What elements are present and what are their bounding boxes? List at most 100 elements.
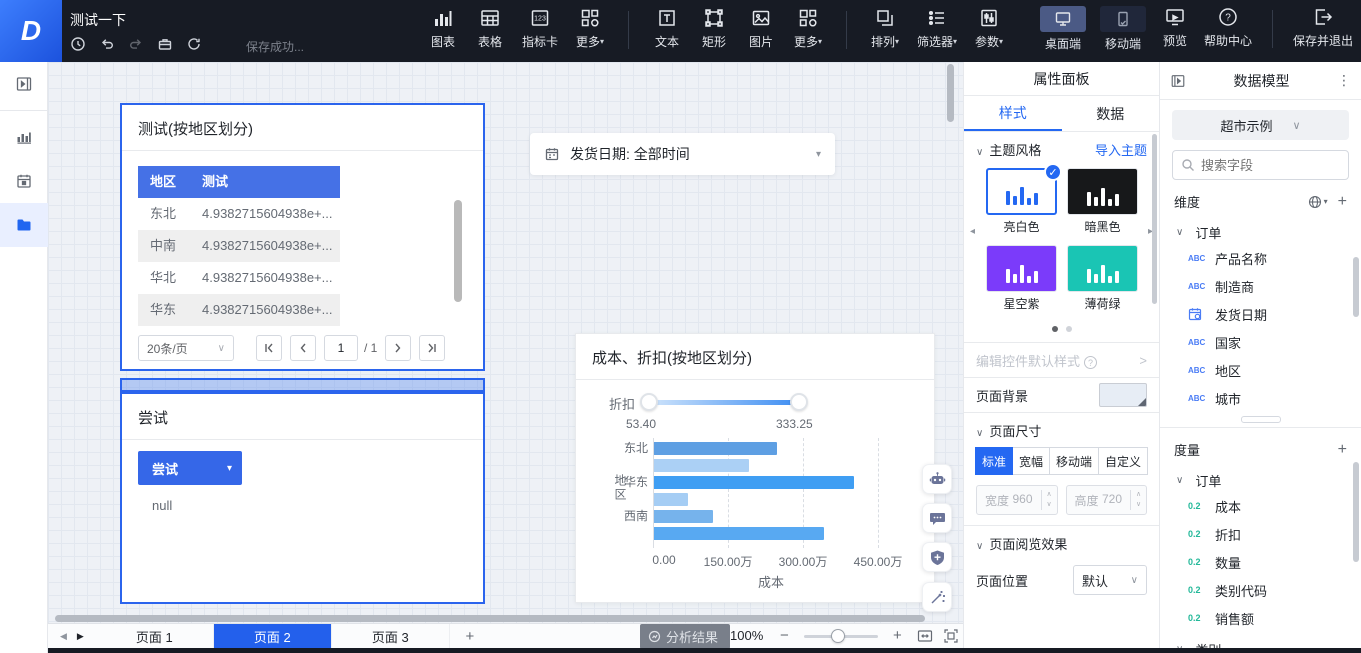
field-item[interactable]: ABC地区 (1160, 356, 1361, 384)
redo-icon[interactable] (128, 36, 144, 52)
bar[interactable] (654, 442, 777, 455)
refresh-icon[interactable] (186, 36, 202, 52)
tool-params-button[interactable]: 参数▾ (974, 7, 1004, 50)
date-filter-widget[interactable]: 发货日期: 全部时间 ▾ (530, 133, 835, 175)
preview-button[interactable]: 预览 (1160, 6, 1190, 49)
field-item[interactable]: 0.2数量 (1160, 548, 1361, 576)
field-item[interactable]: ABC城市 (1160, 384, 1361, 412)
field-item[interactable]: 0.2类别代码 (1160, 576, 1361, 604)
tool-kpi-card-button[interactable]: 123 指标卡 (522, 7, 558, 50)
panel-collapse-icon[interactable] (1170, 73, 1186, 89)
theme-option-dark[interactable]: 暗黑色 (1067, 168, 1138, 241)
theme-option-purple[interactable]: 星空紫 (986, 245, 1057, 318)
globe-icon[interactable]: ▾ (1308, 195, 1328, 209)
size-option-standard[interactable]: 标准 (975, 447, 1013, 475)
bar[interactable] (654, 493, 688, 506)
bar[interactable] (654, 510, 713, 523)
field-item[interactable]: 0.2折扣 (1160, 520, 1361, 548)
design-canvas[interactable]: 测试(按地区划分) 地区 测试 东北4.9382715604938e+... 中… (48, 62, 963, 623)
help-center-button[interactable]: ? 帮助中心 (1204, 6, 1252, 49)
sidebar-item-charts[interactable] (0, 115, 48, 159)
save-exit-button[interactable]: 保存并退出 (1293, 6, 1353, 49)
measure-group[interactable]: ∨ 订单 (1160, 463, 1361, 492)
page-tab-3[interactable]: 页面 3 (332, 624, 450, 648)
page-tab-1[interactable]: 页面 1 (96, 624, 214, 648)
undo-icon[interactable] (99, 36, 115, 52)
size-option-mobile[interactable]: 移动端 (1049, 447, 1099, 475)
device-toggle-mobile[interactable]: 移动端 (1100, 6, 1146, 52)
panel-scrollbar[interactable] (1353, 462, 1359, 562)
field-item[interactable]: 发货日期 (1160, 300, 1361, 328)
app-logo-icon[interactable]: D (0, 0, 62, 62)
carousel-prev-icon[interactable]: ◂ (970, 226, 975, 237)
page-size-select[interactable]: 20条/页 ∨ (138, 335, 234, 361)
slider-handle-max[interactable] (790, 393, 808, 411)
tool-more-charts-button[interactable]: 更多▾ (575, 7, 605, 50)
attempt-widget[interactable]: 尝试 尝试 ▾ null (120, 392, 485, 604)
tool-rectangle-button[interactable]: 矩形 (699, 7, 729, 50)
bar[interactable] (654, 476, 854, 489)
tab-style[interactable]: 样式 (964, 96, 1062, 131)
page-number-input[interactable] (324, 335, 358, 361)
tool-table-button[interactable]: 表格 (475, 7, 505, 50)
table-widget[interactable]: 测试(按地区划分) 地区 测试 东北4.9382715604938e+... 中… (120, 103, 485, 371)
carousel-dots[interactable] (964, 322, 1159, 342)
add-field-icon[interactable]: + (1338, 441, 1347, 459)
field-item[interactable]: 0.2成本 (1160, 492, 1361, 520)
canvas-vertical-scrollbar[interactable] (947, 64, 954, 122)
history-icon[interactable] (70, 36, 86, 52)
discount-range-slider[interactable] (649, 400, 799, 405)
tabs-scroll-right-icon[interactable]: ▶ (77, 631, 84, 642)
sidebar-item-calendar[interactable] (0, 159, 48, 203)
tabs-scroll-left-icon[interactable]: ◀ (60, 631, 67, 642)
fit-screen-icon[interactable] (943, 628, 959, 644)
field-item[interactable]: 0.2销售额 (1160, 604, 1361, 632)
tool-image-button[interactable]: 图片 (746, 7, 776, 50)
first-page-button[interactable] (256, 335, 282, 361)
table-row[interactable]: 东北4.9382715604938e+... (138, 198, 340, 230)
field-search-input[interactable] (1201, 158, 1331, 173)
bar[interactable] (654, 459, 749, 472)
toolbox-icon[interactable] (157, 36, 173, 52)
prev-page-button[interactable] (290, 335, 316, 361)
tool-chart-button[interactable]: 图表 (428, 7, 458, 50)
zoom-slider-handle[interactable] (831, 629, 845, 643)
theme-option-light[interactable]: ✓ 亮白色 (986, 168, 1057, 241)
field-item[interactable]: ABC制造商 (1160, 272, 1361, 300)
tool-text-button[interactable]: 文本 (652, 7, 682, 50)
last-page-button[interactable] (419, 335, 445, 361)
table-row[interactable]: 中南4.9382715604938e+... (138, 230, 340, 262)
bar-chart-widget[interactable]: 成本、折扣(按地区划分) 折扣 53.40 333.25 东北 华东 西南 地区 (575, 333, 935, 603)
panel-scrollbar[interactable] (1152, 134, 1157, 304)
table-row[interactable]: 华东4.9382715604938e+... (138, 294, 340, 326)
sidebar-item-resources[interactable] (0, 203, 48, 247)
panel-scrollbar[interactable] (1353, 257, 1359, 317)
shield-add-button[interactable] (922, 542, 952, 572)
kebab-menu-icon[interactable]: ⋮ (1337, 72, 1351, 89)
ai-assistant-button[interactable] (922, 464, 952, 494)
field-search-box[interactable] (1172, 150, 1349, 180)
tool-arrange-button[interactable]: 排列▾ (870, 7, 900, 50)
import-theme-link[interactable]: 导入主题 (1095, 140, 1147, 159)
selection-strip[interactable] (120, 378, 485, 392)
dimension-group[interactable]: ∨ 订单 (1160, 215, 1361, 244)
height-stepper[interactable]: 高度720 ∧∨ (1066, 485, 1148, 515)
zoom-in-icon[interactable]: + (893, 627, 902, 644)
add-page-button[interactable]: + (450, 624, 490, 648)
analyze-result-button[interactable]: 分析结果 (640, 624, 730, 649)
add-field-icon[interactable]: + (1338, 193, 1347, 211)
field-item[interactable]: ABC产品名称 (1160, 244, 1361, 272)
dataset-select[interactable]: 超市示例 ∨ (1172, 110, 1349, 140)
edit-default-style-row[interactable]: 编辑控件默认样式? > (964, 343, 1159, 377)
tab-data[interactable]: 数据 (1062, 96, 1160, 131)
size-option-wide[interactable]: 宽幅 (1012, 447, 1050, 475)
attempt-dropdown-button[interactable]: 尝试 ▾ (138, 451, 242, 485)
zoom-out-icon[interactable]: − (780, 627, 789, 644)
table-row[interactable]: 华北4.9382715604938e+... (138, 262, 340, 294)
panel-resize-handle[interactable] (1241, 416, 1281, 423)
next-page-button[interactable] (385, 335, 411, 361)
theme-option-mint[interactable]: 薄荷绿 (1067, 245, 1138, 318)
table-scrollbar[interactable] (454, 200, 462, 302)
page-background-swatch[interactable] (1099, 383, 1147, 407)
width-stepper[interactable]: 宽度960 ∧∨ (976, 485, 1058, 515)
